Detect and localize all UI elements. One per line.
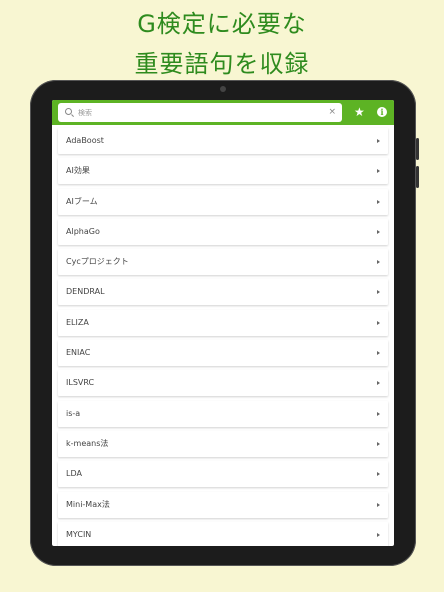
- list-item-label: AIブーム: [66, 196, 98, 206]
- list-item[interactable]: Cycプロジェクト: [58, 249, 388, 276]
- volume-up-button: [416, 138, 419, 160]
- promo-title-line2: 重要語句を収録: [134, 50, 310, 78]
- chevron-right-icon: [377, 260, 380, 265]
- chevron-right-icon: [377, 381, 380, 386]
- list-item-label: MYCIN: [66, 529, 92, 539]
- chevron-right-icon: [377, 532, 380, 537]
- list-item-label: AI効果: [66, 166, 90, 176]
- list-item[interactable]: MYCIN: [58, 521, 388, 546]
- search-icon: [65, 108, 72, 115]
- list-item-label: ILSVRC: [66, 378, 95, 388]
- promo-title-line1: G検定に必要な: [137, 10, 307, 38]
- list-item-label: ENIAC: [66, 348, 91, 358]
- chevron-right-icon: [377, 229, 380, 234]
- chevron-right-icon: [377, 199, 380, 204]
- list-item-label: Cycプロジェクト: [66, 257, 129, 267]
- list-item-label: LDA: [66, 469, 82, 479]
- list-item[interactable]: k-means法: [58, 430, 388, 457]
- search-box[interactable]: ×: [58, 103, 342, 122]
- list-item[interactable]: AdaBoost: [58, 128, 388, 154]
- search-input[interactable]: [78, 105, 318, 120]
- info-icon[interactable]: i: [377, 107, 387, 117]
- chevron-right-icon: [377, 351, 380, 356]
- list-item-label: k-means法: [66, 438, 109, 448]
- chevron-right-icon: [377, 411, 380, 416]
- chevron-right-icon: [377, 169, 380, 174]
- chevron-right-icon: [377, 472, 380, 477]
- list-item[interactable]: AIブーム: [58, 188, 388, 215]
- tablet-frame: × ★ i AdaBoost AI効果 AIブーム AlphaGo: [30, 80, 419, 566]
- list-item-label: AdaBoost: [66, 136, 104, 145]
- chevron-right-icon: [377, 441, 380, 446]
- list-item[interactable]: LDA: [58, 461, 388, 488]
- app-bar: × ★ i: [52, 100, 394, 125]
- list-item[interactable]: ILSVRC: [58, 370, 388, 397]
- term-list: AdaBoost AI効果 AIブーム AlphaGo Cycプロジェクト DE…: [58, 128, 388, 546]
- list-item-label: is-a: [66, 408, 81, 418]
- list-item-label: AlphaGo: [66, 226, 100, 236]
- list-item[interactable]: AI効果: [58, 158, 388, 185]
- chevron-right-icon: [377, 139, 380, 143]
- list-item[interactable]: AlphaGo: [58, 218, 388, 245]
- list-item-label: Mini-Max法: [66, 499, 110, 509]
- list-item[interactable]: is-a: [58, 400, 388, 427]
- chevron-right-icon: [377, 502, 380, 507]
- favorites-star-icon[interactable]: ★: [354, 104, 365, 120]
- chevron-right-icon: [377, 320, 380, 325]
- camera-dot: [220, 86, 226, 92]
- volume-down-button: [416, 166, 419, 188]
- clear-icon[interactable]: ×: [328, 106, 336, 119]
- list-item[interactable]: Mini-Max法: [58, 491, 388, 518]
- list-item[interactable]: ENIAC: [58, 340, 388, 367]
- list-item[interactable]: DENDRAL: [58, 279, 388, 306]
- list-item-label: DENDRAL: [66, 287, 105, 297]
- list-item-label: ELIZA: [66, 317, 89, 327]
- app-screen: × ★ i AdaBoost AI効果 AIブーム AlphaGo: [52, 100, 394, 546]
- list-item[interactable]: ELIZA: [58, 309, 388, 336]
- chevron-right-icon: [377, 290, 380, 295]
